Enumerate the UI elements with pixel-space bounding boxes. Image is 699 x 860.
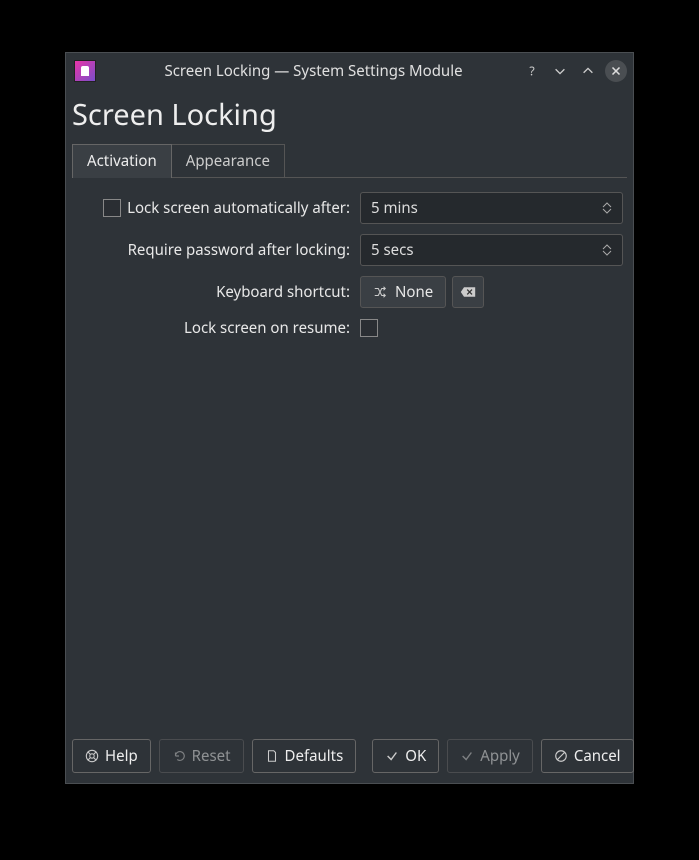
require-password-value: 5 secs xyxy=(371,240,414,260)
tab-appearance[interactable]: Appearance xyxy=(171,144,285,177)
cancel-icon xyxy=(554,749,568,763)
help-button[interactable]: Help xyxy=(72,739,151,773)
help-icon[interactable]: ? xyxy=(521,60,543,82)
lock-auto-label: Lock screen automatically after: xyxy=(127,198,350,218)
backspace-icon xyxy=(460,286,476,298)
keyboard-shortcut-label: Keyboard shortcut: xyxy=(216,282,350,302)
tab-bar: Activation Appearance xyxy=(72,144,627,178)
page-title: Screen Locking xyxy=(72,89,627,144)
require-password-spinbox[interactable]: 5 secs xyxy=(360,234,623,266)
close-icon[interactable] xyxy=(605,60,627,82)
lock-auto-checkbox[interactable] xyxy=(103,199,121,217)
spinbox-arrows-icon[interactable] xyxy=(602,237,616,263)
lock-on-resume-checkbox[interactable] xyxy=(360,319,378,337)
ok-button[interactable]: OK xyxy=(372,739,439,773)
lock-auto-value: 5 mins xyxy=(371,198,418,218)
row-lock-auto: Lock screen automatically after: 5 mins xyxy=(76,192,623,224)
settings-window: Screen Locking — System Settings Module … xyxy=(65,52,634,784)
content-area: Screen Locking Activation Appearance Loc… xyxy=(66,89,633,731)
undo-icon xyxy=(172,749,186,763)
row-keyboard-shortcut: Keyboard shortcut: None xyxy=(76,276,623,308)
form-area: Lock screen automatically after: 5 mins … xyxy=(72,178,627,731)
defaults-button[interactable]: Defaults xyxy=(252,739,357,773)
row-lock-on-resume: Lock screen on resume: xyxy=(76,318,623,338)
shuffle-icon xyxy=(373,285,387,299)
clear-shortcut-button[interactable] xyxy=(452,276,484,308)
titlebar: Screen Locking — System Settings Module … xyxy=(66,53,633,89)
minimize-icon[interactable] xyxy=(549,60,571,82)
document-icon xyxy=(265,749,279,763)
tab-activation[interactable]: Activation xyxy=(72,144,172,178)
lock-on-resume-label: Lock screen on resume: xyxy=(184,318,350,338)
svg-text:?: ? xyxy=(529,64,534,78)
apply-button[interactable]: Apply xyxy=(447,739,533,773)
lifebuoy-icon xyxy=(85,749,99,763)
keyboard-shortcut-button[interactable]: None xyxy=(360,276,446,308)
row-require-password: Require password after locking: 5 secs xyxy=(76,234,623,266)
check-icon xyxy=(385,749,399,763)
check-icon xyxy=(460,749,474,763)
keyboard-shortcut-value: None xyxy=(395,282,433,302)
window-title: Screen Locking — System Settings Module xyxy=(112,61,515,81)
reset-button[interactable]: Reset xyxy=(159,739,244,773)
app-icon xyxy=(74,60,96,82)
cancel-button[interactable]: Cancel xyxy=(541,739,634,773)
lock-auto-spinbox[interactable]: 5 mins xyxy=(360,192,623,224)
button-bar: Help Reset Defaults OK Apply Cancel xyxy=(66,731,633,783)
maximize-icon[interactable] xyxy=(577,60,599,82)
require-password-label: Require password after locking: xyxy=(128,240,350,260)
spinbox-arrows-icon[interactable] xyxy=(602,195,616,221)
